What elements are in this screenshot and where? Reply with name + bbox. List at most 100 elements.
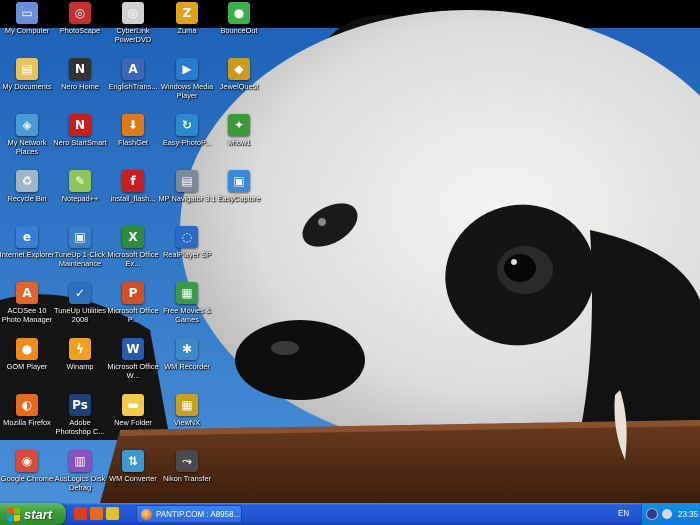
desktop-icon[interactable]: ▦ Free Movies & Games	[160, 280, 214, 334]
desktop-icon[interactable]: ◎ PhotoScape	[53, 0, 107, 54]
desktop-icon-label: RealPlayer SP	[162, 250, 212, 259]
desktop-icon[interactable]: ⇅ WM Converter	[106, 448, 160, 502]
desktop-icon[interactable]: ⬇ FlashGet	[106, 112, 160, 166]
desktop-icon-label: Nero Home	[61, 82, 99, 91]
desktop-icon[interactable]: ▶ Windows Media Player	[160, 56, 214, 110]
mp-navigator-icon: ▤	[176, 170, 198, 192]
desktop-icon[interactable]: ✓ TuneUp Utilities 2008	[53, 280, 107, 334]
desktop-icon[interactable]: ● GOM Player	[0, 336, 54, 390]
desktop-icon[interactable]: f install_flash...	[106, 168, 160, 222]
desktop-icon[interactable]: ▭ My Computer	[0, 0, 54, 54]
tuneup-utilities-icon: ✓	[69, 282, 91, 304]
gom-player-icon: ●	[16, 338, 38, 360]
desktop-icon[interactable]: ϟ Winamp	[53, 336, 107, 390]
quicklaunch-acrobat-icon[interactable]	[74, 507, 87, 520]
englishtrans-icon: A	[122, 58, 144, 80]
desktop-icon-label: GOM Player	[6, 362, 48, 371]
desktop-icon-label: Notepad++	[61, 194, 99, 203]
desktop-icon-label: BounceOut	[220, 26, 258, 35]
desktop-icon-label: JewelQuest	[219, 82, 259, 91]
desktop-icon-label: Nikon Transfer	[162, 474, 212, 483]
desktop-icon[interactable]: ▥ AusLogics Disk Defrag	[53, 448, 107, 502]
desktop-icon-label: Microsoft Office P...	[107, 306, 159, 324]
desktop-icon-label: Recycle Bin	[7, 194, 47, 203]
free-movies-icon: ▦	[176, 282, 198, 304]
desktop-icon-label: Adobe Photoshop C...	[55, 418, 105, 436]
desktop-icon[interactable]: ◐ Mozilla Firefox	[0, 392, 54, 446]
desktop-icon[interactable]: ▤ My Documents	[0, 56, 54, 110]
desktop-icon[interactable]: ◈ My Network Places	[0, 112, 54, 166]
quicklaunch-firefox-icon[interactable]	[90, 507, 103, 520]
desktop-icon[interactable]: ▦ ViewNX	[160, 392, 214, 446]
nikon-transfer-icon: ⤳	[176, 450, 198, 472]
computer-icon: ▭	[16, 2, 38, 24]
desktop-icon[interactable]: ◆ JewelQuest	[212, 56, 266, 110]
jewelquest-icon: ◆	[228, 58, 250, 80]
desktop-icon[interactable]: ◉ Google Chrome	[0, 448, 54, 502]
powerpoint-icon: P	[122, 282, 144, 304]
desktop-icon[interactable]: ▬ New Folder	[106, 392, 160, 446]
desktop-icon[interactable]: ⤳ Nikon Transfer	[160, 448, 214, 502]
documents-folder-icon: ▤	[16, 58, 38, 80]
desktop-icon[interactable]: ✱ WM Recorder	[160, 336, 214, 390]
desktop-icon-label: Google Chrome	[0, 474, 54, 483]
desktop-icon-label: Winamp	[66, 362, 94, 371]
powerdvd-icon: ◎	[122, 2, 144, 24]
realplayer-icon: ◌	[176, 226, 198, 248]
desktop-icon[interactable]: W Microsoft Office W...	[106, 336, 160, 390]
desktop-icon[interactable]: A ACDSee 10 Photo Manager	[0, 280, 54, 334]
desktop-icon[interactable]: ▣ EasyCapture	[212, 168, 266, 222]
desktop-icon-label: TuneUp 1-Click Maintenance	[54, 250, 106, 268]
start-button[interactable]: start	[0, 503, 66, 525]
desktop-icon[interactable]: ◌ RealPlayer SP	[160, 224, 214, 278]
desktop-icon[interactable]: e Internet Explorer	[0, 224, 54, 278]
desktop-icon[interactable]: P Microsoft Office P...	[106, 280, 160, 334]
language-indicator[interactable]: EN	[618, 509, 629, 518]
desktop-icon[interactable]: ▤ MP Navigator 3.1	[159, 168, 215, 222]
desktop-icon[interactable]: ✎ Notepad++	[53, 168, 107, 222]
desktop-icon-label: ACDSee 10 Photo Manager	[1, 306, 53, 324]
desktop-icon[interactable]: Z Zuma	[160, 0, 214, 54]
desktop-icon[interactable]: ✦ whow1	[212, 112, 266, 166]
desktop-icon-label: Mozilla Firefox	[3, 418, 51, 427]
photoshop-icon: Ps	[69, 394, 91, 416]
desktop-icon-label: Free Movies & Games	[163, 306, 211, 324]
desktop-icon[interactable]: ↻ Easy-PhotoP...	[160, 112, 214, 166]
desktop-icon-label: TuneUp Utilities 2008	[54, 306, 106, 324]
flash-installer-icon: f	[122, 170, 144, 192]
notepadpp-icon: ✎	[69, 170, 91, 192]
desktop-icon[interactable]: ▣ TuneUp 1-Click Maintenance	[53, 224, 107, 278]
auslogics-icon: ▥	[69, 450, 91, 472]
desktop-icon-label: CyberLink PowerDVD	[114, 26, 152, 44]
desktop-icon[interactable]: X Microsoft Office Ex...	[106, 224, 160, 278]
word-icon: W	[122, 338, 144, 360]
wm-recorder-icon: ✱	[176, 338, 198, 360]
desktop-icon-label: AusLogics Disk Defrag	[54, 474, 106, 492]
clock: 23:35	[678, 509, 699, 519]
desktop-icon-label: whow1	[227, 138, 251, 147]
easycapture-icon: ▣	[228, 170, 250, 192]
quicklaunch-chrome-icon[interactable]	[106, 507, 119, 520]
chrome-icon: ◉	[16, 450, 38, 472]
tray-app-icon[interactable]	[662, 509, 672, 519]
acdsee-icon: A	[16, 282, 38, 304]
tray-network-icon[interactable]	[646, 508, 658, 520]
desktop-icon[interactable]: ◎ CyberLink PowerDVD	[106, 0, 160, 54]
desktop-icon-label: WM Converter	[109, 474, 157, 483]
winamp-icon: ϟ	[69, 338, 91, 360]
desktop-icon-label: EnglishTrans...	[108, 82, 158, 91]
taskbar-window-button[interactable]: PANTIP.COM : A8958...	[136, 505, 242, 523]
desktop-icon[interactable]: ♻ Recycle Bin	[0, 168, 54, 222]
bounceout-icon: ●	[228, 2, 250, 24]
desktop-icon[interactable]: N Nero Home	[53, 56, 107, 110]
desktop-icon-label: WM Recorder	[164, 362, 210, 371]
desktop-icon-label: My Documents	[2, 82, 52, 91]
recycle-bin-icon: ♻	[16, 170, 38, 192]
desktop-icon-label: Windows Media Player	[160, 82, 214, 100]
desktop-icon[interactable]: N Nero StartSmart	[53, 112, 107, 166]
desktop-icon[interactable]: A EnglishTrans...	[106, 56, 160, 110]
tuneup-icon: ▣	[69, 226, 91, 248]
desktop-icon-label: FlashGet	[118, 138, 148, 147]
desktop-icon[interactable]: Ps Adobe Photoshop C...	[53, 392, 107, 446]
desktop-icon[interactable]: ● BounceOut	[212, 0, 266, 54]
